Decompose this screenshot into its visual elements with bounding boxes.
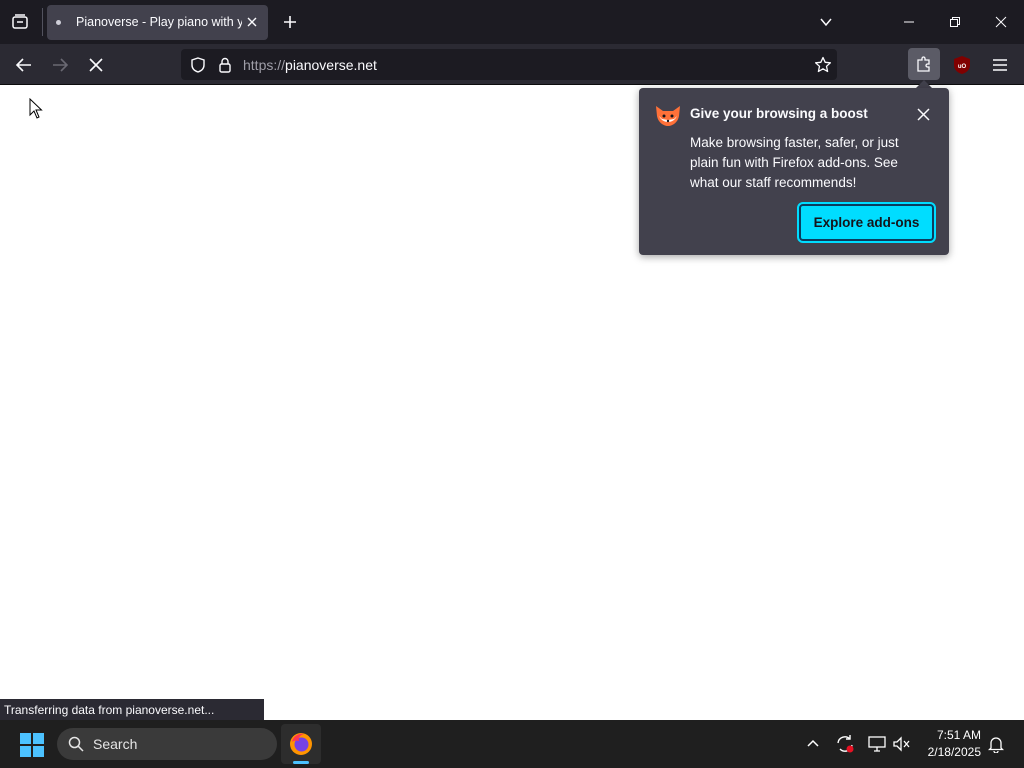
status-panel: Transferring data from pianoverse.net...: [0, 699, 264, 720]
back-arrow-icon[interactable]: [11, 52, 37, 78]
addons-recommendation-popup: Give your browsing a boost Make browsing…: [639, 88, 949, 255]
minimize-icon[interactable]: [896, 10, 922, 34]
tab-title: Pianoverse - Play piano with yo: [76, 15, 242, 29]
url-scheme: https://: [243, 57, 286, 73]
tab-list-icon[interactable]: [8, 10, 32, 34]
lock-icon[interactable]: [215, 55, 235, 75]
url-bar[interactable]: https://pianoverse.net: [181, 49, 837, 80]
firefox-icon: [289, 732, 313, 756]
taskbar-firefox-button[interactable]: [281, 724, 321, 764]
tab-divider: [42, 8, 43, 36]
popup-body: Make browsing faster, safer, or just pla…: [690, 135, 899, 190]
clock-date[interactable]: 2/18/2025: [915, 745, 981, 759]
search-icon: [68, 736, 84, 752]
chevron-down-icon[interactable]: [814, 10, 838, 34]
url-host: pianoverse.net: [285, 57, 377, 73]
url-text[interactable]: https://pianoverse.net: [243, 57, 377, 73]
ublock-icon[interactable]: uO: [950, 53, 974, 77]
svg-text:uO: uO: [958, 64, 967, 70]
explore-addons-button[interactable]: Explore add-ons: [797, 202, 936, 243]
tab-pianoverse[interactable]: Pianoverse - Play piano with yo: [47, 5, 268, 40]
sync-icon[interactable]: [834, 733, 856, 755]
restore-icon[interactable]: [942, 10, 968, 34]
network-icon[interactable]: [866, 733, 888, 755]
stop-icon[interactable]: [83, 52, 109, 78]
search-label: Search: [93, 736, 138, 752]
forward-arrow-icon[interactable]: [47, 52, 73, 78]
close-window-icon[interactable]: [988, 10, 1014, 34]
plus-icon[interactable]: [278, 10, 302, 34]
mouse-pointer-icon: [29, 97, 45, 120]
muted-speaker-icon[interactable]: [891, 733, 913, 755]
extensions-icon[interactable]: [908, 48, 940, 80]
shield-icon[interactable]: [188, 55, 208, 75]
star-icon[interactable]: [812, 54, 834, 76]
fox-icon: [654, 104, 682, 128]
chevron-up-icon[interactable]: [803, 734, 823, 754]
clock-time[interactable]: 7:51 AM: [925, 728, 981, 742]
popup-title: Give your browsing a boost: [690, 106, 868, 121]
close-icon[interactable]: [243, 13, 261, 31]
tab-loading-icon: [56, 20, 61, 25]
bell-icon[interactable]: [985, 733, 1007, 755]
close-icon[interactable]: [912, 103, 934, 125]
hamburger-menu-icon[interactable]: [988, 53, 1012, 77]
navigation-toolbar: https://pianoverse.net uO: [0, 44, 1024, 85]
tab-strip: Pianoverse - Play piano with yo: [0, 0, 1024, 44]
windows-start-icon[interactable]: [20, 733, 44, 757]
active-app-indicator: [293, 761, 309, 764]
taskbar: Search 7:51 AM 2/18/2025: [0, 720, 1024, 768]
taskbar-search-box[interactable]: Search: [57, 728, 277, 760]
